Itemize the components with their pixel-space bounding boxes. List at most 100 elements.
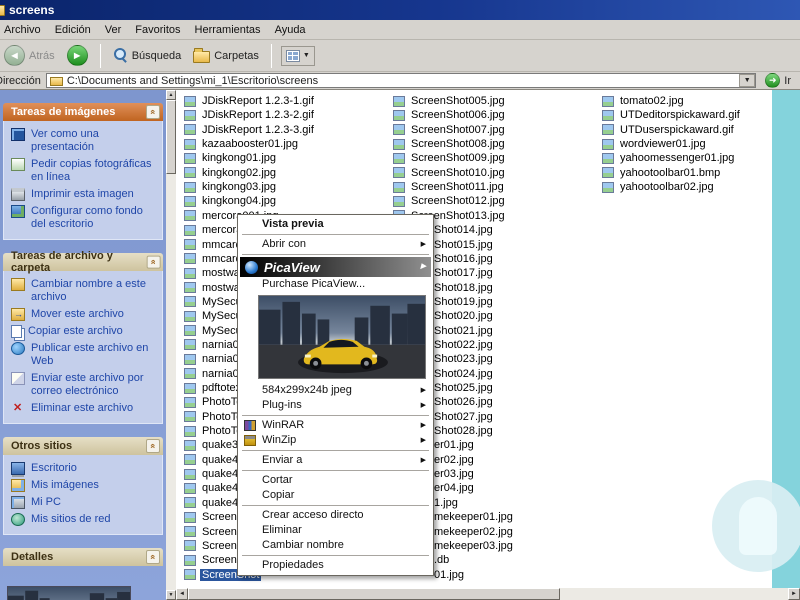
file-item[interactable]: ScreenShot012.jpg (393, 194, 507, 208)
sidebar-item-mover-este-archivo[interactable]: Mover este archivo (11, 306, 160, 323)
context-menu-item-cortar[interactable]: Cortar (240, 473, 431, 488)
scrollbar-thumb[interactable] (188, 588, 560, 600)
sidebar-item-copiar-este-archivo[interactable]: Copiar este archivo (11, 323, 160, 340)
file-item[interactable]: ScreenShot010.jpg (393, 166, 507, 180)
sidebar-item-mi-pc[interactable]: Mi PC (11, 494, 160, 511)
file-item[interactable]: yahootoolbar01.bmp (602, 166, 722, 180)
file-item[interactable]: ScreenShot007.jpg (393, 123, 507, 137)
context-menu-item-plug-ins[interactable]: Plug-ins▶ (240, 398, 431, 413)
sidebar-item-cambiar-nombre-a-este-archivo[interactable]: Cambiar nombre a este archivo (11, 276, 160, 306)
sidebar-item-pedir-copias-fotográficas-en-línea[interactable]: Pedir copias fotográficas en línea (11, 156, 160, 186)
file-item[interactable]: kingkong03.jpg (184, 180, 278, 194)
submenu-arrow-icon: ▶ (421, 433, 426, 448)
context-menu-item-winzip[interactable]: WinZip▶ (240, 433, 431, 448)
scrollbar-thumb[interactable] (166, 100, 176, 174)
sidebar-section-header[interactable]: Tareas de archivo y carpeta» (3, 253, 163, 271)
file-item[interactable]: JDiskReport 1.2.3-3.gif (184, 123, 316, 137)
menubar-item-ayuda[interactable]: Ayuda (268, 22, 313, 38)
details-section-header[interactable]: Detalles » (3, 548, 163, 566)
file-item[interactable]: ScreenShot009.jpg (393, 151, 507, 165)
file-item[interactable]: UTDuserspickaward.gif (602, 123, 736, 137)
views-button[interactable]: ▼ (281, 46, 315, 66)
context-menu-item-enviar-a[interactable]: Enviar a▶ (240, 453, 431, 468)
sidebar-item-mis-imágenes[interactable]: Mis imágenes (11, 477, 160, 494)
image-file-icon (184, 239, 196, 250)
context-menu-item-propiedades[interactable]: Propiedades (240, 558, 431, 573)
context-menu-item-584x299x24b-jpeg[interactable]: 584x299x24b jpeg▶ (240, 383, 431, 398)
file-item[interactable]: ScreenShot006.jpg (393, 108, 507, 122)
go-button[interactable]: ➜ Ir (761, 73, 795, 88)
file-item[interactable]: kazaabooster01.jpg (184, 137, 300, 151)
sidebar-section-header[interactable]: Otros sitios» (3, 437, 163, 455)
sidebar-item-label: Ver como una presentación (31, 128, 160, 154)
context-menu-item-winrar[interactable]: WinRAR▶ (240, 418, 431, 433)
context-menu-item-abrir-con[interactable]: Abrir con▶ (240, 237, 431, 252)
address-dropdown-button[interactable]: ▼ (739, 74, 755, 87)
menubar-item-edición[interactable]: Edición (48, 22, 98, 38)
menubar-item-herramientas[interactable]: Herramientas (188, 22, 268, 38)
horizontal-scrollbar[interactable]: ◄ ► (176, 588, 800, 600)
file-name-fragment: Shot019.jpg (434, 296, 493, 308)
context-menu-item-eliminar[interactable]: Eliminar (240, 523, 431, 538)
title-bar[interactable]: screens (0, 0, 800, 20)
context-menu-item-copiar[interactable]: Copiar (240, 488, 431, 503)
sidebar-item-enviar-este-archivo-por-correo-electrónico[interactable]: Enviar este archivo por correo electróni… (11, 370, 160, 400)
back-button[interactable]: ◄ Atrás (0, 43, 60, 68)
file-item[interactable]: tomato02.jpg (602, 94, 686, 108)
chevron-up-icon[interactable]: » (146, 255, 160, 268)
context-menu-item-cambiar-nombre[interactable]: Cambiar nombre (240, 538, 431, 553)
menubar-item-favoritos[interactable]: Favoritos (128, 22, 187, 38)
address-input[interactable]: C:\Documents and Settings\mi_1\Escritori… (46, 73, 756, 88)
sidebar-item-publicar-este-archivo-en-web[interactable]: Publicar este archivo en Web (11, 340, 160, 370)
chevron-up-icon[interactable]: » (146, 105, 160, 119)
sidebar-item-mis-sitios-de-red[interactable]: Mis sitios de red (11, 511, 160, 528)
context-menu-item-label: Eliminar (262, 524, 302, 536)
sidebar-section-body: Cambiar nombre a este archivoMover este … (3, 271, 163, 424)
menubar-item-ver[interactable]: Ver (98, 22, 129, 38)
file-item[interactable]: kingkong02.jpg (184, 166, 278, 180)
file-item[interactable]: UTDeditorspickaward.gif (602, 108, 742, 122)
folders-button[interactable]: Carpetas (188, 46, 264, 65)
image-file-icon (184, 512, 196, 523)
file-item[interactable]: ScreenShot005.jpg (393, 94, 507, 108)
scroll-left-button[interactable]: ◄ (176, 588, 188, 600)
chevron-up-icon[interactable]: » (146, 439, 160, 453)
file-item[interactable]: yahoomessenger01.jpg (602, 151, 736, 165)
toolbar-separator (100, 44, 101, 68)
menubar-item-archivo[interactable]: Archivo (0, 22, 48, 38)
taskpane-scrollbar[interactable]: ▲ ▼ (166, 90, 176, 600)
context-menu-item-purchase-picaview[interactable]: Purchase PicaView... (240, 277, 431, 292)
search-button[interactable]: Búsqueda (108, 46, 187, 65)
file-name: kingkong02.jpg (200, 167, 278, 179)
file-name-fragment: Shot020.jpg (434, 310, 493, 322)
context-menu-item-vista-previa[interactable]: Vista previa (240, 217, 431, 232)
file-item[interactable]: JDiskReport 1.2.3-2.gif (184, 108, 316, 122)
file-name-fragment: Shot016.jpg (434, 253, 493, 265)
scroll-down-button[interactable]: ▼ (166, 590, 176, 600)
scroll-up-button[interactable]: ▲ (166, 90, 176, 100)
image-file-icon (393, 139, 405, 150)
sidebar-section-otros-sitios: Otros sitios» EscritorioMis imágenesMi PC… (3, 437, 163, 535)
file-item[interactable]: ScreenShot008.jpg (393, 137, 507, 151)
forward-button[interactable]: ► (62, 43, 93, 68)
image-file-icon (184, 426, 196, 437)
scroll-right-button[interactable]: ► (788, 588, 800, 600)
sidebar-item-eliminar-este-archivo[interactable]: Eliminar este archivo (11, 400, 160, 417)
context-menu-item-label: Purchase PicaView... (262, 278, 365, 290)
context-menu-item-crear-acceso-directo[interactable]: Crear acceso directo (240, 508, 431, 523)
context-menu-picaview-banner[interactable]: PicaView▶ (240, 257, 431, 277)
file-item[interactable]: JDiskReport 1.2.3-1.gif (184, 94, 316, 108)
chevron-up-icon[interactable]: » (146, 550, 160, 564)
sidebar-section-tareas-de-imágenes: Tareas de imágenes» Ver como una presenta… (3, 103, 163, 240)
file-item[interactable]: yahootoolbar02.jpg (602, 180, 716, 194)
file-item[interactable]: kingkong04.jpg (184, 194, 278, 208)
sidebar-item-ver-como-una-presentación[interactable]: Ver como una presentación (11, 126, 160, 156)
submenu-arrow-icon: ▶ (421, 418, 426, 433)
sidebar-item-imprimir-esta-imagen[interactable]: Imprimir esta imagen (11, 186, 160, 203)
file-item[interactable]: wordviewer01.jpg (602, 137, 708, 151)
sidebar-section-header[interactable]: Tareas de imágenes» (3, 103, 163, 121)
sidebar-item-configurar-como-fondo-del-escritorio[interactable]: Configurar como fondo del escritorio (11, 203, 160, 233)
sidebar-item-escritorio[interactable]: Escritorio (11, 460, 160, 477)
file-item[interactable]: ScreenShot011.jpg (393, 180, 506, 194)
file-item[interactable]: kingkong01.jpg (184, 151, 278, 165)
